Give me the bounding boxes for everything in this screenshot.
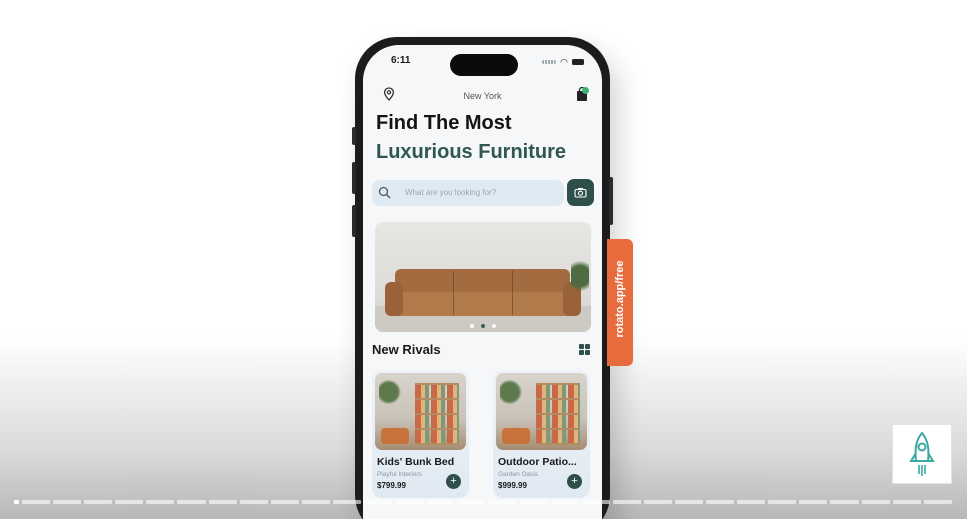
carousel-dot[interactable] xyxy=(470,324,474,328)
cart-badge xyxy=(582,87,589,94)
phone-side-button xyxy=(352,127,356,145)
status-time: 6:11 xyxy=(391,55,411,66)
sofa-arm xyxy=(385,282,403,316)
channel-logo[interactable] xyxy=(892,424,952,484)
phone-side-button xyxy=(352,205,356,237)
promo-banner[interactable] xyxy=(375,222,591,332)
grid-view-icon[interactable] xyxy=(579,344,590,355)
hero-title-line1: Find The Most xyxy=(376,112,512,134)
add-to-cart-button[interactable]: + xyxy=(446,474,461,489)
search-icon xyxy=(378,186,391,204)
product-price: $999.99 xyxy=(498,481,527,490)
section-title: New Rivals xyxy=(372,342,441,357)
carousel-dot-active[interactable] xyxy=(481,324,485,328)
camera-search-button[interactable] xyxy=(567,179,594,206)
phone-screen: 6:11 ◠ New York Find The Most Luxurious … xyxy=(363,45,602,519)
hero-title-line2: Luxurious Furniture xyxy=(376,141,566,163)
wifi-icon: ◠ xyxy=(560,57,568,67)
battery-icon xyxy=(572,59,584,65)
carousel-dots[interactable] xyxy=(375,324,591,328)
product-name: Kids' Bunk Bed xyxy=(377,456,455,468)
add-to-cart-button[interactable]: + xyxy=(567,474,582,489)
search-input[interactable]: What are you looking for? xyxy=(372,180,564,206)
product-image xyxy=(496,373,587,450)
product-name: Outdoor Patio... xyxy=(498,456,577,468)
phone-power-button xyxy=(609,177,613,225)
product-brand: Playful Interiors xyxy=(377,471,422,478)
plant-decoration xyxy=(571,260,589,300)
camera-icon xyxy=(574,188,587,198)
video-progress-bar[interactable] xyxy=(14,500,952,504)
product-brand: Garden Oasis xyxy=(498,471,539,478)
product-price: $799.99 xyxy=(377,481,406,490)
cushion-divider xyxy=(453,271,454,315)
product-image xyxy=(375,373,466,450)
product-card[interactable]: Kids' Bunk Bed Playful Interiors $799.99… xyxy=(372,370,469,498)
rocket-icon xyxy=(909,431,935,476)
sofa-seat xyxy=(389,292,577,316)
phone-side-button xyxy=(352,162,356,194)
signal-icon xyxy=(542,60,557,64)
carousel-dot[interactable] xyxy=(492,324,496,328)
search-placeholder: What are you looking for? xyxy=(405,188,497,197)
location-label[interactable]: New York xyxy=(363,91,602,101)
progress-played xyxy=(14,500,19,504)
status-icons: ◠ xyxy=(542,57,584,67)
cushion-divider xyxy=(512,271,513,315)
rotato-promo-tag[interactable]: rotato.app/free xyxy=(607,239,633,366)
product-card[interactable]: Outdoor Patio... Garden Oasis $999.99 + xyxy=(493,370,590,498)
dynamic-island xyxy=(450,54,518,76)
rotato-promo-text: rotato.app/free xyxy=(614,260,626,338)
phone-mockup: 6:11 ◠ New York Find The Most Luxurious … xyxy=(352,37,613,519)
